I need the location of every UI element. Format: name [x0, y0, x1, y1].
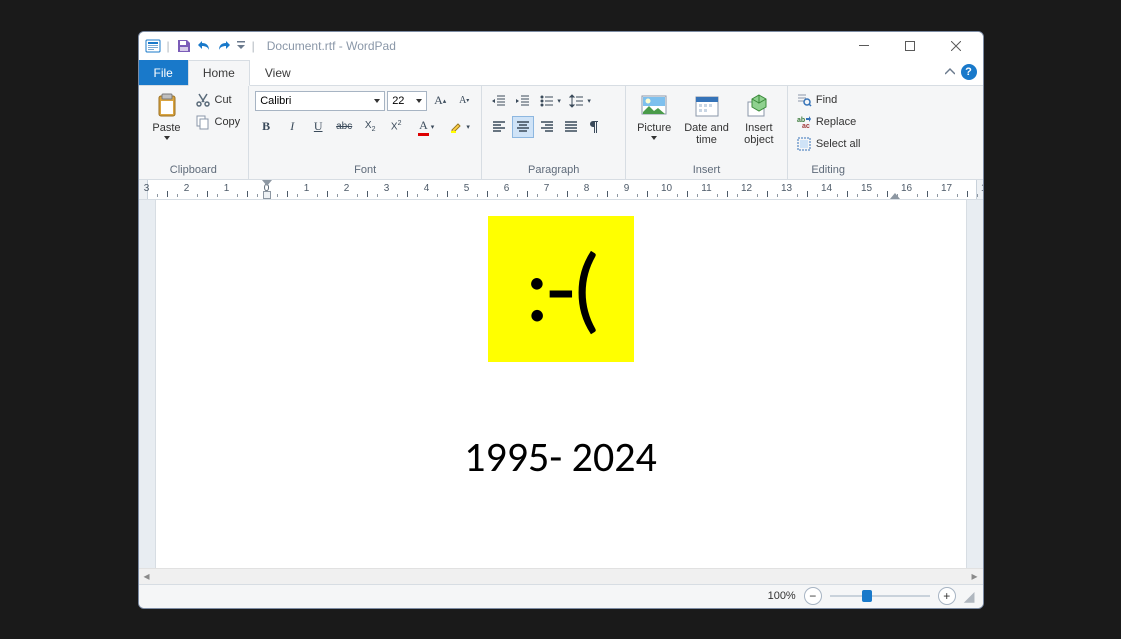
app-icon[interactable]: [145, 38, 161, 54]
cut-button[interactable]: Cut: [193, 90, 243, 110]
paste-button[interactable]: Paste: [145, 90, 189, 142]
zoom-slider-thumb[interactable]: [862, 590, 872, 602]
group-clipboard: Paste Cut Copy Clipboard: [139, 86, 250, 179]
help-button[interactable]: ?: [961, 64, 977, 80]
maximize-button[interactable]: [887, 32, 933, 60]
wordpad-window: | | Document.rtf - WordPad File Home Vie: [138, 31, 984, 609]
group-editing: Find abac Replace Select all Editing: [788, 86, 869, 179]
qat-customize-icon[interactable]: [236, 40, 246, 52]
group-title-editing: Editing: [794, 162, 863, 179]
titlebar: | | Document.rtf - WordPad: [139, 32, 983, 60]
ribbon-tabs: File Home View ?: [139, 60, 983, 86]
zoom-slider[interactable]: [830, 595, 930, 597]
cut-label: Cut: [215, 94, 232, 106]
subscript-button[interactable]: X2: [359, 116, 381, 138]
scroll-left-icon[interactable]: ◂: [139, 569, 155, 583]
find-label: Find: [816, 94, 837, 106]
resize-grip-icon[interactable]: ◢: [964, 589, 975, 603]
group-paragraph: ▾ ▾ Paragraph: [482, 86, 626, 179]
justify-button[interactable]: [560, 116, 582, 138]
picture-label: Picture: [637, 122, 671, 134]
copy-label: Copy: [215, 116, 241, 128]
group-font: Calibri 22 A▴ A▾ B I U: [249, 86, 482, 179]
decrease-indent-button[interactable]: [488, 90, 510, 112]
redo-icon[interactable]: [216, 38, 232, 54]
page: :-( 1995- 2024: [156, 200, 966, 568]
object-label-1: Insert: [745, 122, 773, 134]
undo-icon[interactable]: [196, 38, 212, 54]
zoom-level: 100%: [768, 590, 796, 602]
insert-object-button[interactable]: Insert object: [737, 90, 781, 148]
save-icon[interactable]: [176, 38, 192, 54]
svg-text:ac: ac: [802, 123, 810, 130]
font-family-value: Calibri: [260, 95, 291, 107]
group-title-insert: Insert: [632, 162, 781, 179]
group-title-font: Font: [255, 162, 475, 179]
datetime-button[interactable]: Date and time: [680, 90, 733, 148]
horizontal-scrollbar[interactable]: ◂ ▸: [139, 568, 983, 584]
line-spacing-button[interactable]: ▾: [566, 90, 594, 112]
ruler[interactable]: 3210123456789101112131415161718: [139, 180, 983, 200]
italic-button[interactable]: I: [281, 116, 303, 138]
align-right-button[interactable]: [536, 116, 558, 138]
align-left-button[interactable]: [488, 116, 510, 138]
object-label-2: object: [744, 134, 773, 146]
align-center-button[interactable]: [512, 116, 534, 138]
bold-button[interactable]: B: [255, 116, 277, 138]
document-text-sadface: :-(: [524, 241, 596, 337]
shrink-font-button[interactable]: A▾: [453, 90, 475, 112]
chevron-down-icon: [651, 136, 657, 140]
grow-font-button[interactable]: A▴: [429, 90, 451, 112]
chevron-down-icon: [374, 99, 380, 103]
tab-view[interactable]: View: [250, 60, 306, 85]
zoom-in-button[interactable]: +: [938, 587, 956, 605]
strikethrough-button[interactable]: abc: [333, 116, 355, 138]
quick-access-toolbar: | |: [145, 38, 257, 54]
window-title: Document.rtf - WordPad: [267, 39, 396, 53]
datetime-label-1: Date and: [684, 122, 729, 134]
separator: |: [250, 39, 257, 53]
increase-indent-button[interactable]: [512, 90, 534, 112]
font-color-button[interactable]: A▾: [411, 116, 441, 138]
document-area[interactable]: :-( 1995- 2024: [139, 200, 983, 568]
font-size-value: 22: [392, 95, 404, 107]
group-insert: Picture Date and time Insert object Inse…: [626, 86, 788, 179]
picture-button[interactable]: Picture: [632, 90, 676, 142]
window-controls: [841, 32, 979, 60]
highlight-button[interactable]: ▾: [445, 116, 475, 138]
copy-button[interactable]: Copy: [193, 112, 243, 132]
tab-file[interactable]: File: [139, 60, 188, 85]
minimize-button[interactable]: [841, 32, 887, 60]
close-button[interactable]: [933, 32, 979, 60]
select-all-label: Select all: [816, 138, 861, 150]
statusbar: 100% − + ◢: [139, 584, 983, 608]
chevron-down-icon: [416, 99, 422, 103]
document-text-years: 1995- 2024: [464, 432, 657, 483]
replace-label: Replace: [816, 116, 856, 128]
font-size-select[interactable]: 22: [387, 91, 427, 111]
bullets-button[interactable]: ▾: [536, 90, 564, 112]
select-all-button[interactable]: Select all: [794, 134, 863, 154]
paste-label: Paste: [152, 122, 180, 134]
tab-home[interactable]: Home: [188, 60, 250, 86]
font-family-select[interactable]: Calibri: [255, 91, 385, 111]
highlighted-text: :-(: [488, 216, 634, 362]
underline-button[interactable]: U: [307, 116, 329, 138]
group-title-paragraph: Paragraph: [488, 162, 619, 179]
ribbon: Paste Cut Copy Clipboard: [139, 86, 983, 180]
group-title-clipboard: Clipboard: [145, 162, 243, 179]
zoom-out-button[interactable]: −: [804, 587, 822, 605]
replace-button[interactable]: abac Replace: [794, 112, 863, 132]
superscript-button[interactable]: X2: [385, 116, 407, 138]
find-button[interactable]: Find: [794, 90, 863, 110]
datetime-label-2: time: [696, 134, 717, 146]
separator: |: [165, 39, 172, 53]
chevron-down-icon: [164, 136, 170, 140]
collapse-ribbon-icon[interactable]: [939, 60, 961, 85]
scroll-right-icon[interactable]: ▸: [967, 569, 983, 583]
paragraph-dialog-button[interactable]: [584, 116, 606, 138]
